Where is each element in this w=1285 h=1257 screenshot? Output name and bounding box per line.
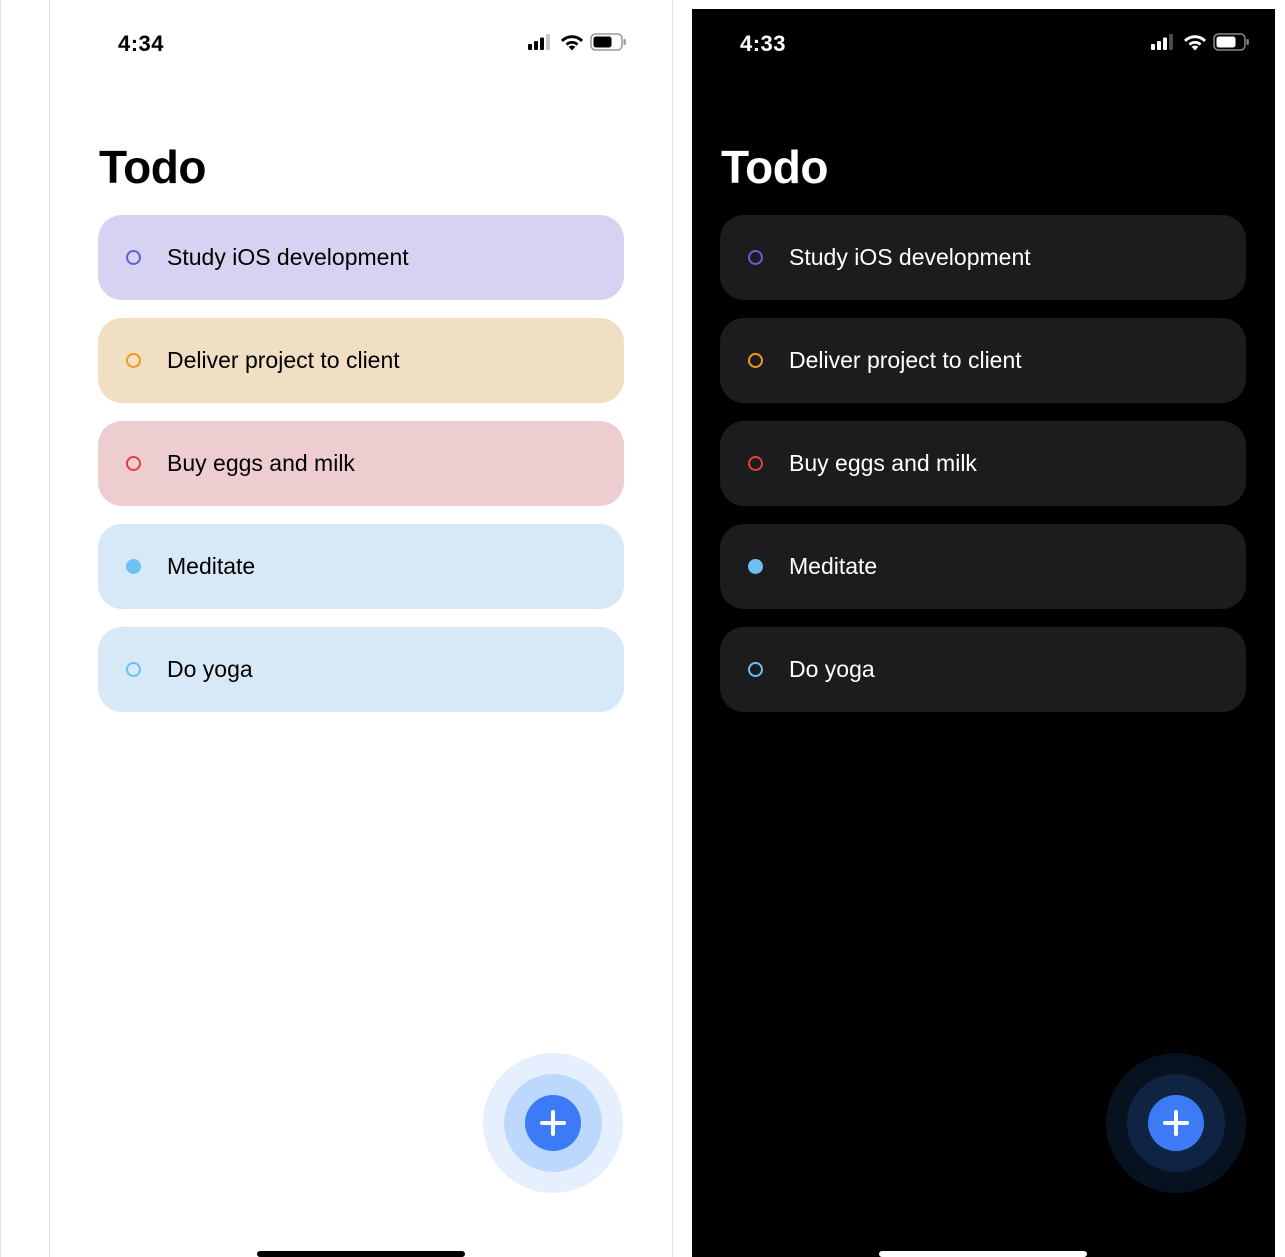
status-time: 4:33 (740, 31, 787, 56)
page-title: Todo (99, 141, 206, 193)
todo-item[interactable]: Deliver project to client (720, 318, 1246, 403)
todo-item[interactable]: Do yoga (98, 627, 624, 712)
dark-mode-screen: 4:33 Todo Study iOS development Deliver … (692, 9, 1275, 1257)
todo-label: Meditate (789, 553, 878, 579)
plus-icon (540, 1110, 566, 1136)
todo-item[interactable]: Deliver project to client (98, 318, 624, 403)
todo-item[interactable]: Meditate (720, 524, 1246, 609)
add-todo-button-halo (483, 1053, 623, 1193)
todo-label: Do yoga (789, 656, 875, 682)
status-icons (1151, 33, 1250, 51)
add-todo-button-ring (1127, 1074, 1225, 1172)
todo-label: Buy eggs and milk (789, 450, 977, 476)
todo-item[interactable]: Buy eggs and milk (98, 421, 624, 506)
todo-list: Study iOS development Deliver project to… (98, 215, 624, 730)
cellular-signal-icon (528, 34, 550, 50)
todo-label: Study iOS development (789, 244, 1031, 270)
circle-checkbox-icon[interactable] (748, 250, 763, 265)
todo-label: Study iOS development (167, 244, 409, 270)
circle-checkbox-icon[interactable] (126, 250, 141, 265)
battery-icon (1213, 33, 1249, 51)
circle-checkbox-icon[interactable] (748, 559, 763, 574)
todo-label: Do yoga (167, 656, 253, 682)
plus-icon (1163, 1110, 1189, 1136)
wifi-icon (561, 35, 583, 51)
left-frame-edge (0, 0, 1, 1257)
wifi-icon (1184, 35, 1206, 51)
circle-checkbox-icon[interactable] (126, 559, 141, 574)
todo-label: Buy eggs and milk (167, 450, 355, 476)
todo-label: Deliver project to client (789, 347, 1022, 373)
todo-label: Meditate (167, 553, 256, 579)
cellular-signal-icon (1151, 34, 1173, 50)
circle-checkbox-icon[interactable] (126, 662, 141, 677)
todo-label: Deliver project to client (167, 347, 400, 373)
todo-list: Study iOS development Deliver project to… (720, 215, 1246, 730)
battery-icon (590, 33, 626, 51)
status-icons (528, 33, 627, 51)
circle-checkbox-icon[interactable] (748, 353, 763, 368)
todo-item[interactable]: Buy eggs and milk (720, 421, 1246, 506)
circle-checkbox-icon[interactable] (126, 456, 141, 471)
todo-item[interactable]: Do yoga (720, 627, 1246, 712)
circle-checkbox-icon[interactable] (748, 456, 763, 471)
home-indicator[interactable] (879, 1251, 1087, 1257)
todo-item[interactable]: Study iOS development (98, 215, 624, 300)
todo-item[interactable]: Study iOS development (720, 215, 1246, 300)
status-time: 4:34 (118, 31, 165, 56)
page-title: Todo (721, 141, 828, 193)
home-indicator[interactable] (257, 1251, 465, 1257)
light-phone-right-edge (672, 0, 673, 1257)
add-todo-button[interactable] (525, 1095, 581, 1151)
circle-checkbox-icon[interactable] (748, 662, 763, 677)
add-todo-button-ring (504, 1074, 602, 1172)
add-todo-button-halo (1106, 1053, 1246, 1193)
todo-item[interactable]: Meditate (98, 524, 624, 609)
light-mode-screen: 4:34 Todo Study iOS development Deliver … (50, 0, 672, 1257)
circle-checkbox-icon[interactable] (126, 353, 141, 368)
add-todo-button[interactable] (1148, 1095, 1204, 1151)
